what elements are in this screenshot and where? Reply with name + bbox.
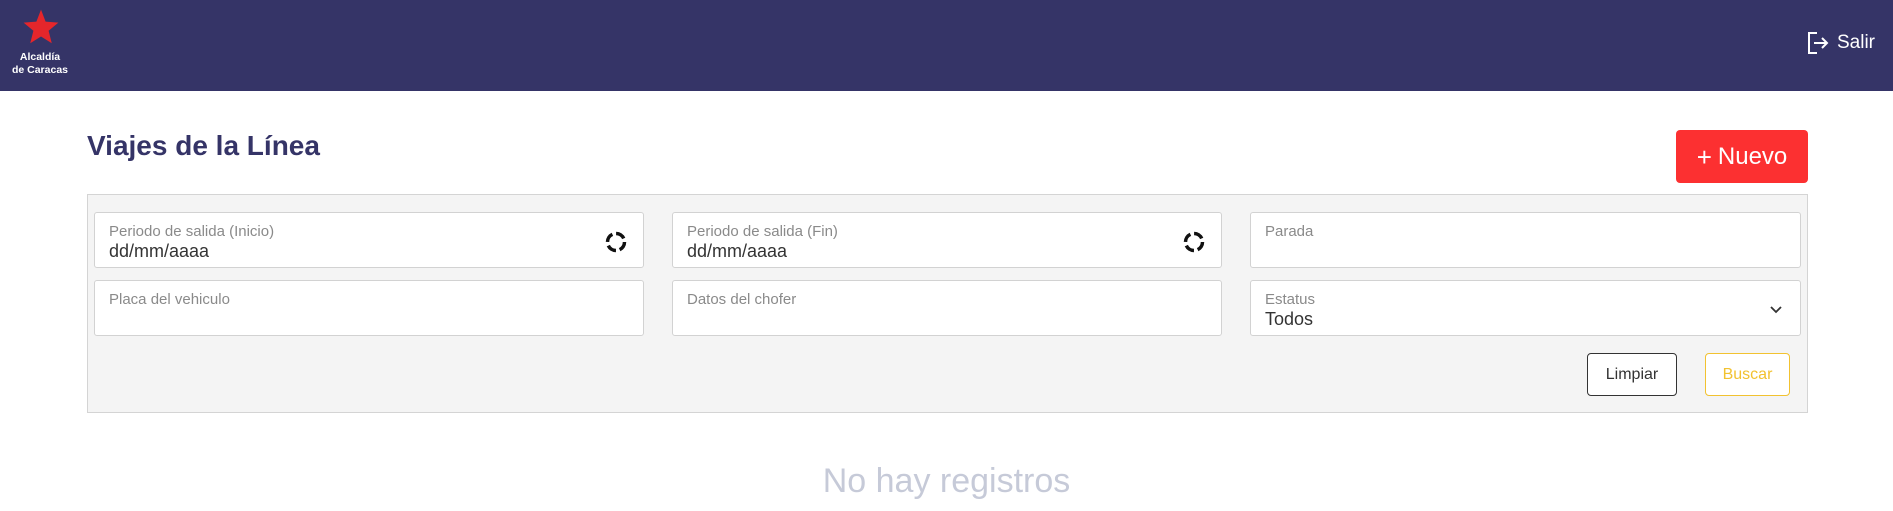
start-period-field[interactable]: Periodo de salida (Inicio) dd/mm/aaaa: [94, 212, 644, 268]
new-button-label: Nuevo: [1717, 142, 1788, 170]
new-trip-button[interactable]: + Nuevo: [1676, 130, 1808, 183]
stop-field[interactable]: Parada: [1250, 212, 1801, 268]
end-period-value: dd/mm/aaaa: [687, 241, 788, 261]
end-period-field[interactable]: Periodo de salida (Fin) dd/mm/aaaa: [672, 212, 1222, 268]
vehicle-plate-label: Placa del vehiculo: [109, 291, 230, 308]
clear-button[interactable]: Limpiar: [1587, 353, 1677, 396]
star-icon: [23, 9, 59, 44]
logo-text-line2: de Caracas: [11, 64, 69, 76]
start-period-label: Periodo de salida (Inicio): [109, 223, 275, 240]
logo-text-line1: Alcaldía: [19, 51, 61, 63]
top-navbar: Alcaldía de Caracas Salir: [0, 0, 1893, 91]
logout-button[interactable]: Salir: [1807, 30, 1875, 56]
logout-label: Salir: [1836, 32, 1875, 53]
calendar-icon[interactable]: [605, 231, 627, 253]
logo-text: Alcaldía de Caracas: [8, 51, 72, 77]
chevron-down-icon: [1770, 306, 1782, 314]
status-select[interactable]: Estatus Todos: [1250, 280, 1801, 336]
alcaldia-logo[interactable]: Alcaldía de Caracas: [8, 8, 72, 82]
search-button[interactable]: Buscar: [1705, 353, 1790, 396]
start-period-value: dd/mm/aaaa: [109, 241, 210, 261]
plus-icon: +: [1696, 142, 1712, 172]
empty-results-message: No hay registros: [822, 462, 1071, 500]
driver-data-field[interactable]: Datos del chofer: [672, 280, 1222, 336]
logout-icon: [1807, 32, 1829, 54]
end-period-label: Periodo de salida (Fin): [687, 223, 838, 240]
driver-data-label: Datos del chofer: [687, 291, 797, 308]
status-value: Todos: [1265, 309, 1314, 329]
vehicle-plate-field[interactable]: Placa del vehiculo: [94, 280, 644, 336]
stop-label: Parada: [1265, 223, 1314, 240]
page-title: Viajes de la Línea: [87, 130, 320, 161]
status-label: Estatus: [1265, 291, 1316, 308]
calendar-icon[interactable]: [1183, 231, 1205, 253]
